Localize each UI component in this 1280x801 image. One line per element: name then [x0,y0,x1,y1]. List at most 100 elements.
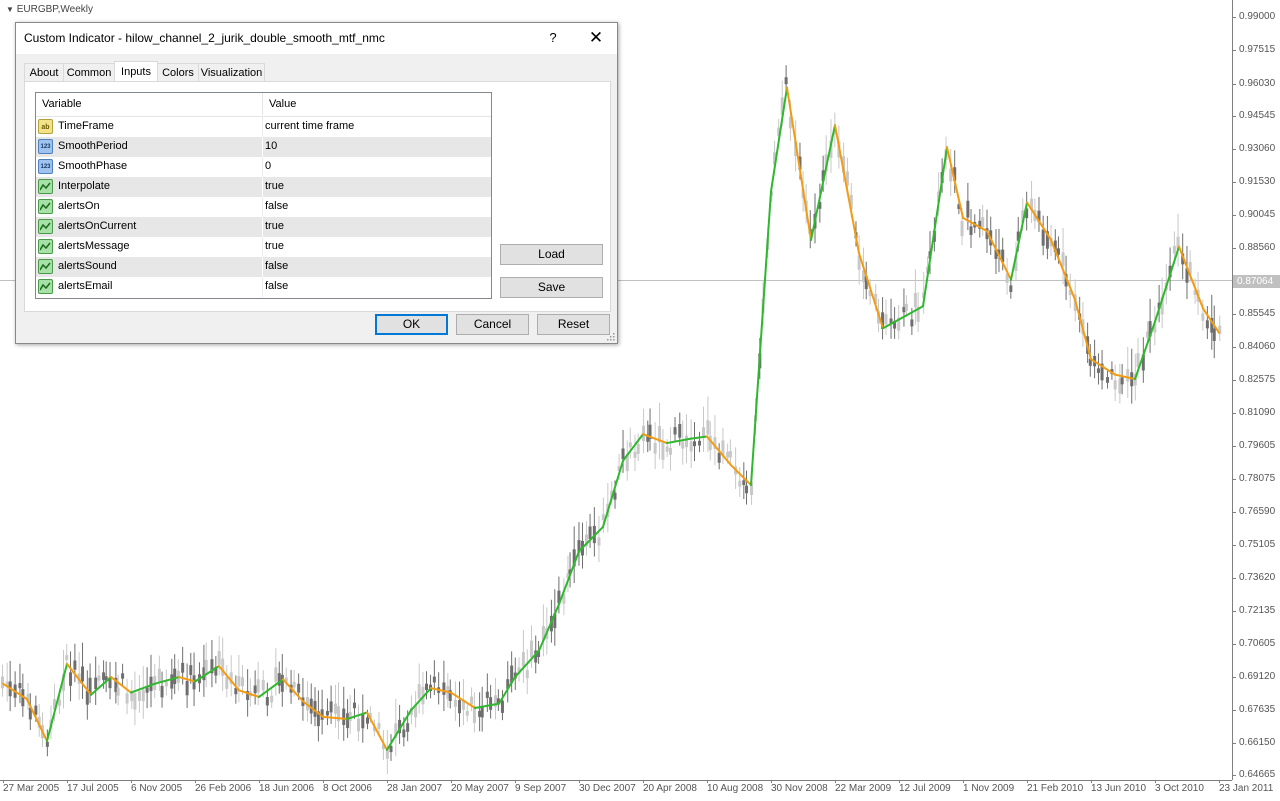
resize-grip-icon[interactable] [607,333,615,341]
table-row[interactable]: alertsOnCurrent true [36,217,491,237]
candle-body [342,708,346,725]
candle-body [442,682,446,695]
candle-body [361,714,365,729]
candle-body [685,435,689,448]
candle-body [530,640,534,658]
candle-body [1201,313,1205,321]
candle-body [1113,380,1117,390]
variable-value[interactable]: true [265,240,284,252]
candle-body [377,722,381,729]
time-tick-label: 18 Jun 2006 [259,780,315,794]
table-row[interactable]: 123 SmoothPhase 0 [36,157,491,177]
variable-value[interactable]: true [265,180,284,192]
boolean-type-icon [38,199,53,214]
candle-body [125,693,129,704]
tab-colors[interactable]: Colors [157,63,199,81]
price-tick-label: 0.76590 [1232,506,1276,517]
column-header-variable[interactable]: Variable [42,98,82,110]
close-icon[interactable]: ✕ [584,27,608,49]
tab-common[interactable]: Common [63,63,115,81]
candle-body [18,683,22,689]
table-row[interactable]: alertsEmail false [36,277,491,297]
cell-divider [262,157,263,177]
cell-divider [262,277,263,297]
variable-value[interactable]: false [265,260,288,272]
candle-body [500,700,504,713]
indicator-up-segment [410,687,432,712]
candle-body [94,677,98,690]
candle-body [265,697,269,706]
candle-body [884,314,888,325]
candle-body [292,681,296,688]
boolean-type-icon [38,239,53,254]
time-tick-label: 17 Jul 2005 [67,780,119,794]
price-tick-label: 0.79605 [1232,440,1276,451]
table-row[interactable]: ab TimeFrame current time frame [36,117,491,137]
load-button[interactable]: Load [500,244,603,265]
candle-body [1120,377,1124,385]
time-axis[interactable]: 27 Mar 2005 17 Jul 2005 6 Nov 2005 26 Feb 2… [0,780,1273,801]
number-type-icon: 123 [38,139,53,154]
variable-value[interactable]: 0 [265,160,271,172]
candle-body [1172,245,1176,254]
tab-about[interactable]: About [24,63,64,81]
candle-body [728,451,732,458]
candle-body [717,452,721,463]
candle-body [1041,229,1045,246]
candle-body [352,702,356,709]
indicator-up-segment [690,435,708,440]
tab-visualization[interactable]: Visualization [198,63,265,81]
inputs-table[interactable]: Variable Value ab TimeFrame current time f… [35,92,492,299]
table-row[interactable]: 123 SmoothPeriod 10 [36,137,491,157]
cell-divider [262,217,263,237]
price-tick-label: 0.82575 [1232,374,1276,385]
variable-name: alertsOn [58,200,100,212]
number-type-icon: 123 [38,159,53,174]
table-row[interactable]: Interpolate true [36,177,491,197]
reset-button[interactable]: Reset [537,314,610,335]
variable-value[interactable]: current time frame [265,120,354,132]
tab-inputs[interactable]: Inputs [114,61,158,82]
indicator-up-segment [1010,201,1028,281]
table-row[interactable]: alertsMessage true [36,237,491,257]
candle-body [966,200,970,218]
table-row[interactable]: alertsSound false [36,257,491,277]
candle-body [0,676,4,689]
cancel-button[interactable]: Cancel [456,314,529,335]
variable-name: alertsSound [58,260,117,272]
chart-menu-icon[interactable]: ▼ [6,5,14,14]
candle-body [681,441,685,449]
column-divider[interactable] [262,93,263,115]
candle-body [274,667,278,682]
candle-body [668,447,672,455]
variable-value[interactable]: false [265,200,288,212]
table-row[interactable]: alertsOn false [36,197,491,217]
price-tick-label: 0.75105 [1232,539,1276,550]
candle-body [157,668,161,682]
candle-body [73,660,77,670]
candle-body [356,718,360,732]
variable-value[interactable]: 10 [265,140,277,152]
candle-body [478,710,482,717]
variable-value[interactable]: false [265,280,288,292]
save-button[interactable]: Save [500,277,603,298]
price-axis[interactable]: 0.99000 0.97515 0.96030 0.94545 0.93060 0.915… [1232,0,1280,780]
candle-body [913,293,917,308]
candle-body [141,689,145,702]
ok-button[interactable]: OK [375,314,448,335]
candle-body [402,729,406,738]
candle-body [185,681,189,696]
help-button[interactable]: ? [542,27,564,49]
candle-body [525,670,529,679]
candle-body [661,442,665,460]
candle-body [701,427,705,437]
candle-body [385,750,389,759]
candle-body [225,677,229,689]
candle-body [160,685,164,698]
price-tick-label: 0.69120 [1232,671,1276,682]
column-header-value[interactable]: Value [269,98,296,110]
candle-body [217,651,221,665]
dialog-titlebar[interactable]: Custom Indicator - hilow_channel_2_jurik… [16,23,617,54]
candle-body [102,672,106,680]
variable-value[interactable]: true [265,220,284,232]
